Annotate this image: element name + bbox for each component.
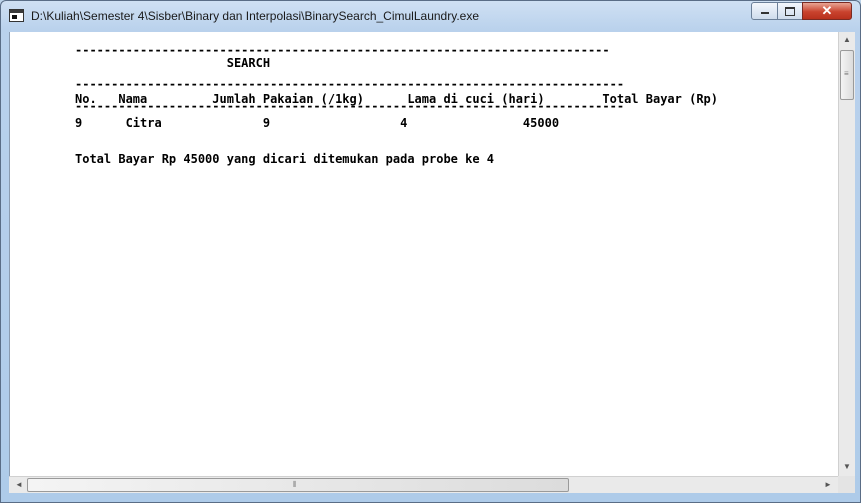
console-window: D:\Kuliah\Semester 4\Sisber\Binary dan I… [0, 0, 861, 503]
console-output[interactable]: ----------------------------------------… [9, 32, 839, 476]
minimize-icon [760, 12, 769, 15]
horizontal-scrollbar[interactable]: ◄ ⦀ ► [9, 476, 838, 493]
table-row: 9 Citra 9 4 45000 [75, 116, 560, 130]
maximize-icon [785, 6, 795, 16]
separator-line: ----------------------------------------… [75, 43, 610, 57]
title-bar[interactable]: D:\Kuliah\Semester 4\Sisber\Binary dan I… [1, 1, 860, 32]
maximize-button[interactable] [777, 2, 803, 20]
vertical-scrollbar[interactable]: ▲ ≡ ▼ [838, 32, 855, 476]
search-heading: SEARCH [75, 56, 271, 70]
close-button[interactable]: ✕ [802, 2, 852, 20]
separator-line: ----------------------------------------… [75, 77, 625, 91]
window-controls: ✕ [751, 2, 855, 21]
vertical-scroll-thumb[interactable]: ≡ [840, 50, 854, 100]
scroll-down-arrow-icon[interactable]: ▼ [839, 459, 855, 475]
close-icon: ✕ [821, 3, 833, 18]
window-title: D:\Kuliah\Semester 4\Sisber\Binary dan I… [31, 9, 480, 23]
scroll-left-arrow-icon[interactable]: ◄ [11, 477, 27, 493]
scroll-right-arrow-icon[interactable]: ► [820, 477, 836, 493]
console-app-icon[interactable] [9, 9, 24, 22]
grip-icon: ≡ [844, 69, 849, 78]
result-message: Total Bayar Rp 45000 yang dicari ditemuk… [75, 152, 495, 166]
horizontal-scroll-thumb[interactable]: ⦀ [27, 478, 569, 492]
scrollbar-corner [838, 476, 855, 493]
minimize-button[interactable] [751, 2, 778, 20]
grip-icon: ⦀ [293, 480, 297, 489]
scroll-up-arrow-icon[interactable]: ▲ [839, 32, 855, 48]
separator-line: ----------------------------------------… [75, 99, 625, 113]
